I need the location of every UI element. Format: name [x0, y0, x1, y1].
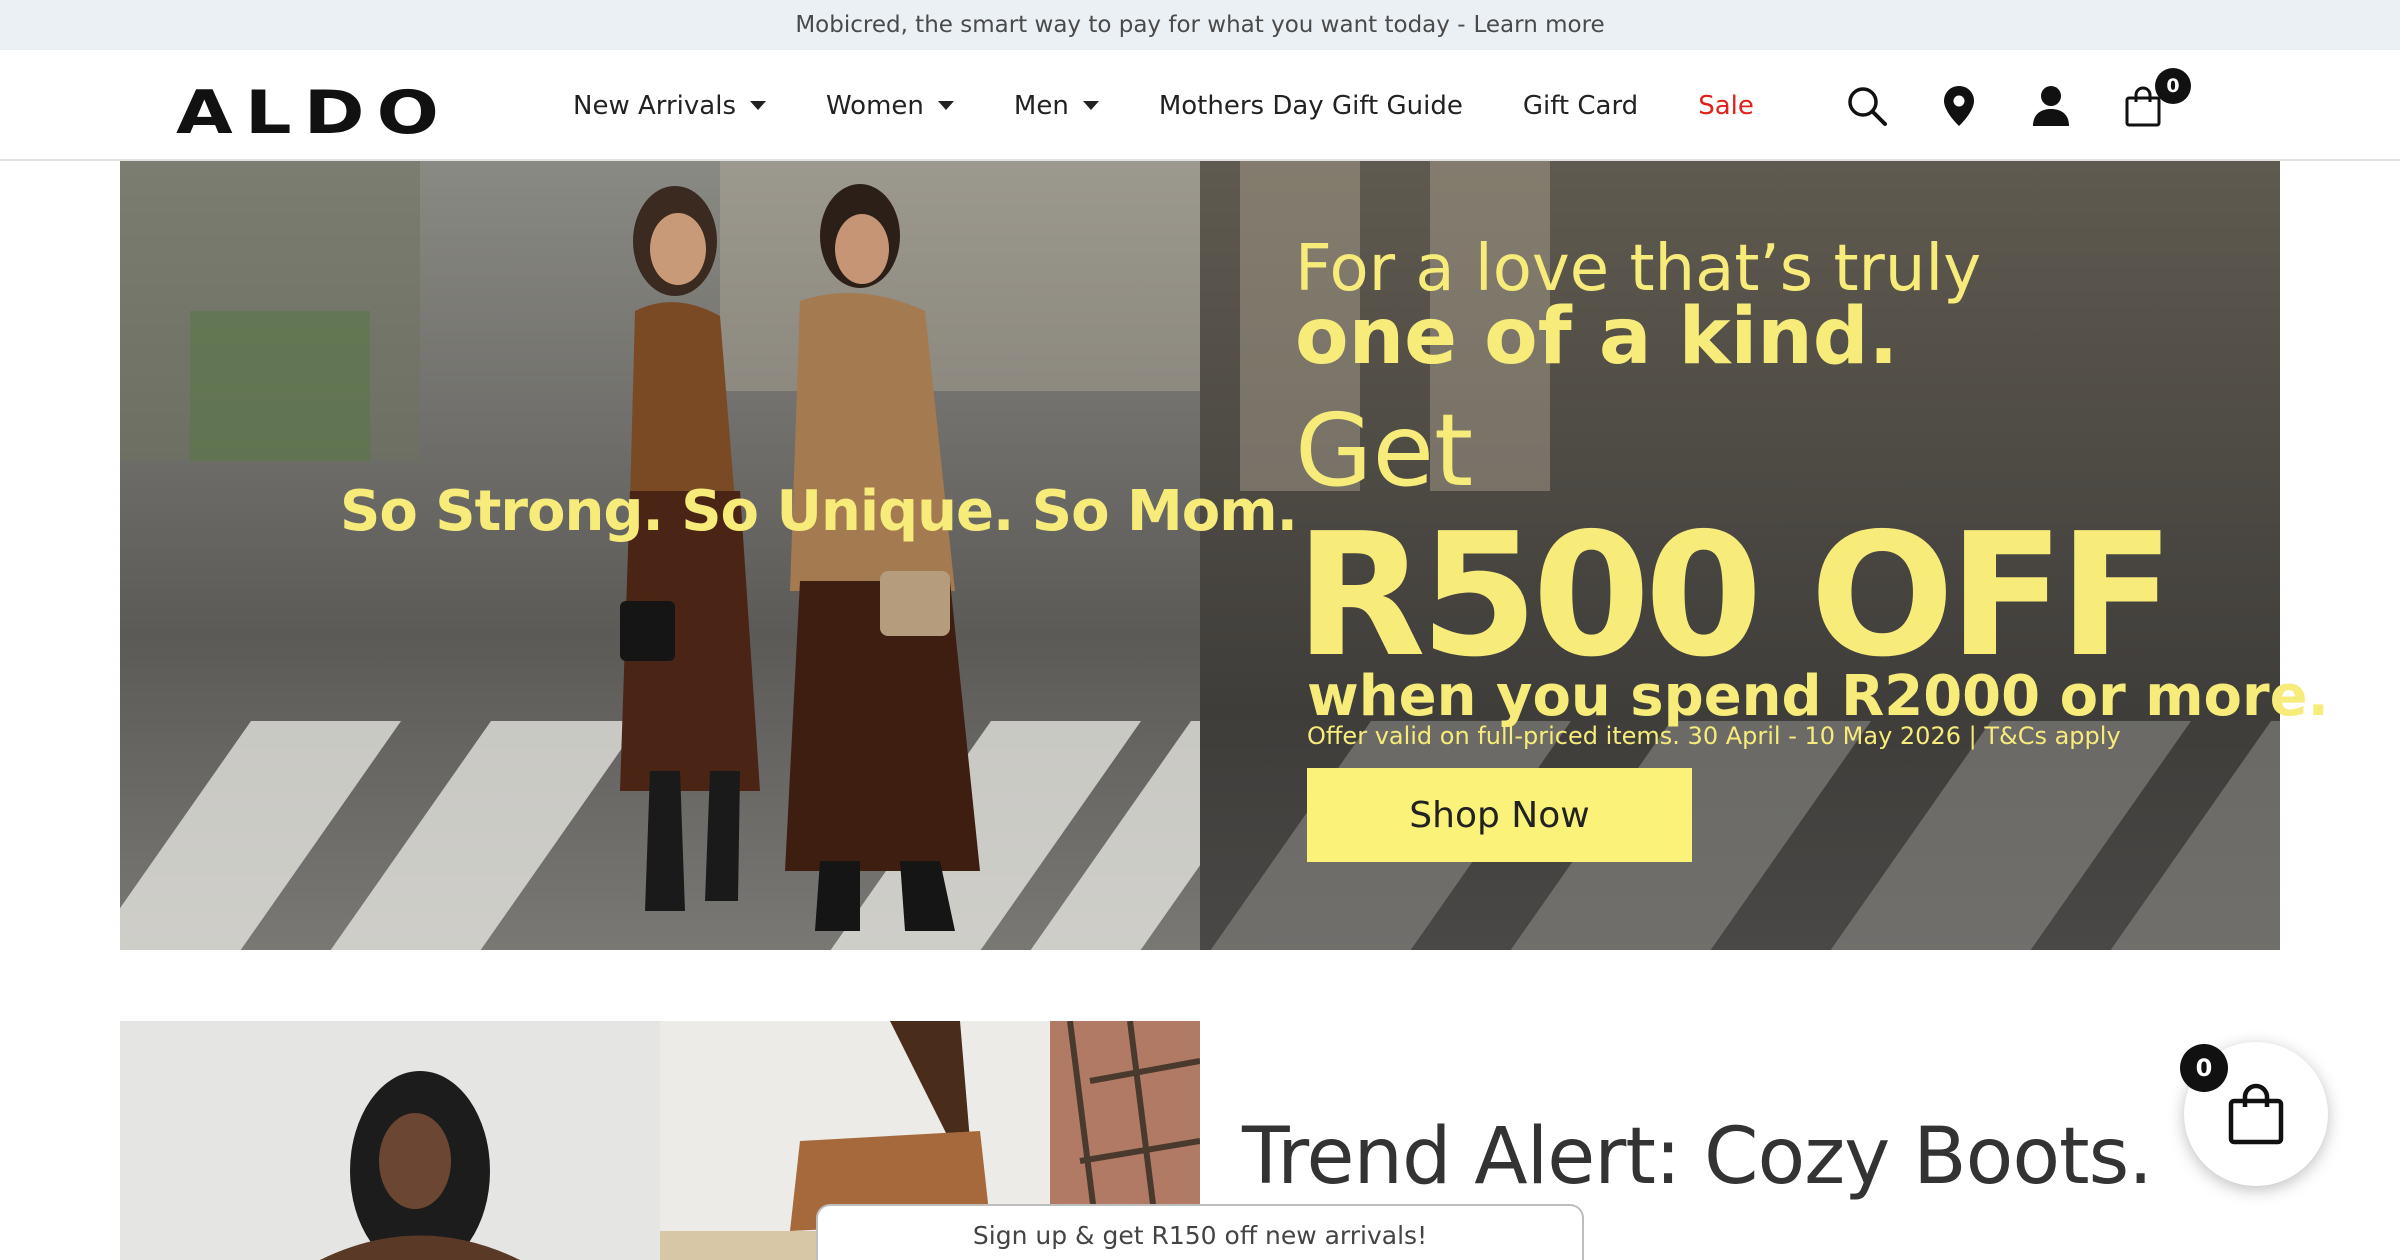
search-icon[interactable] [1845, 84, 1889, 128]
trend-title: Trend Alert: Cozy Boots. [1242, 1112, 2153, 1202]
location-pin-icon[interactable] [1937, 84, 1981, 128]
header-icons: 0 [1845, 50, 2213, 161]
hero-photo [120, 161, 1302, 950]
nav-label: Gift Card [1522, 90, 1639, 121]
trend-model-photo [320, 1071, 520, 1260]
caret-down-icon [1082, 101, 1099, 110]
promo-terms: Offer valid on full-priced items. 30 Apr… [1307, 722, 2121, 750]
shop-now-button[interactable]: Shop Now [1307, 768, 1692, 862]
nav-label: Women [826, 90, 924, 121]
nav-label: Mothers Day Gift Guide [1158, 90, 1463, 121]
site-header: ALDO New Arrivals Women Men Mothers Day … [0, 50, 2400, 161]
hero-models-image [620, 184, 980, 931]
nav-label: New Arrivals [573, 90, 736, 121]
cart-count-badge: 0 [2155, 67, 2191, 104]
account-icon[interactable] [2029, 84, 2073, 128]
trend-image-model[interactable] [120, 1021, 660, 1260]
nav-sale[interactable]: Sale [1698, 91, 1754, 121]
promo-spend-condition: when you spend R2000 or more. [1307, 664, 2329, 729]
announcement-text: Mobicred, the smart way to pay for what … [795, 12, 1466, 38]
nav-women[interactable]: Women [826, 91, 954, 121]
signup-tab[interactable]: Sign up & get R150 off new arrivals! [816, 1204, 1584, 1260]
floating-cart-count: 0 [2180, 1044, 2228, 1092]
main-nav: New Arrivals Women Men Mothers Day Gift … [573, 50, 1814, 161]
promo-line-2: one of a kind. [1295, 292, 1899, 382]
caret-down-icon [750, 101, 766, 110]
learn-more-link[interactable]: Learn more [1474, 12, 1605, 38]
hero-tagline: So Strong. So Unique. So Mom. [340, 479, 1298, 544]
promo-get: Get [1295, 392, 1474, 509]
caret-down-icon [937, 101, 954, 110]
nav-mothers-day-gift-guide[interactable]: Mothers Day Gift Guide [1159, 91, 1463, 121]
nav-new-arrivals[interactable]: New Arrivals [573, 91, 766, 121]
nav-men[interactable]: Men [1014, 91, 1099, 121]
shopping-bag-icon[interactable]: 0 [2121, 67, 2191, 128]
shopping-bag-icon [2228, 1083, 2284, 1145]
nav-label: Men [1013, 90, 1069, 121]
nav-gift-card[interactable]: Gift Card [1523, 91, 1638, 121]
aldo-logo[interactable]: ALDO [176, 78, 451, 148]
nav-label: Sale [1698, 90, 1754, 121]
announcement-bar: Mobicred, the smart way to pay for what … [0, 0, 2400, 50]
